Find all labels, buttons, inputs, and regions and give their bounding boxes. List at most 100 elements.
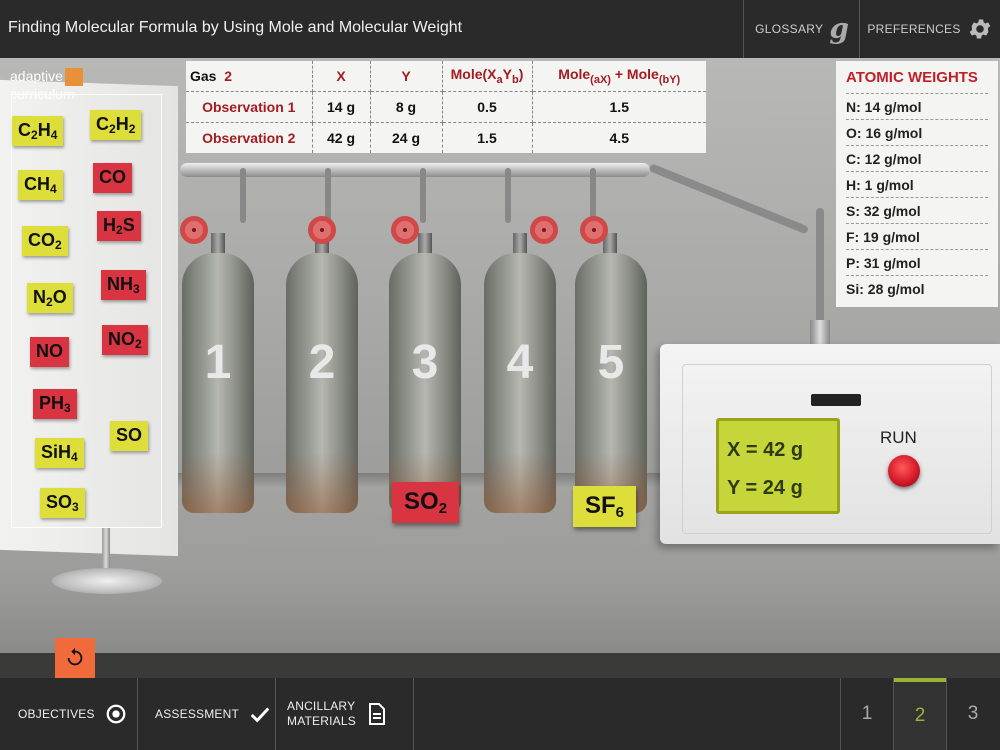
sum-sub2: (bY) — [658, 73, 681, 86]
reset-button[interactable] — [55, 638, 95, 678]
valve-icon[interactable] — [308, 216, 336, 244]
ancillary-materials-button[interactable]: ANCILLARY MATERIALS — [275, 678, 413, 750]
preferences-label: PREFERENCES — [867, 22, 961, 36]
top-bar: Finding Molecular Formula by Using Mole … — [0, 0, 1000, 58]
formula-tag[interactable]: SO — [110, 421, 149, 451]
formula-text: H — [37, 120, 51, 140]
formula-subscript: 2 — [116, 223, 123, 237]
formula-tag[interactable]: CH4 — [18, 170, 63, 200]
table-header-row: Gas 2 X Y Mole(XaYb) Mole(aX) + Mole(bY) — [186, 61, 706, 93]
page-title: Finding Molecular Formula by Using Mole … — [8, 19, 463, 36]
atomic-weights-title: ATOMIC WEIGHTS — [846, 69, 978, 86]
atomic-weight-row: P: 31 g/mol — [846, 249, 988, 275]
formula-text: PH — [39, 393, 65, 413]
cylinder-hose — [240, 168, 246, 223]
gas-cylinder-5[interactable]: 5 — [575, 253, 647, 513]
document-icon — [368, 703, 385, 725]
formula-tag[interactable]: CO — [93, 163, 132, 193]
lab-scene: adaptive curriculum C2H4 C2H2 CH4 CO CO2 H2S N… — [0, 58, 1000, 678]
gas-label: Gas — [190, 68, 217, 85]
objectives-button[interactable]: OBJECTIVES — [0, 678, 137, 750]
cylinder-number: 3 — [411, 336, 439, 389]
cylinder-3-label-so2[interactable]: SO2 — [392, 482, 460, 523]
formula-text: NO — [36, 341, 63, 361]
sum-sub1: (aX) — [590, 73, 611, 86]
formula-subscript: 4 — [71, 450, 78, 464]
col-y-header: Y — [370, 61, 443, 93]
formula-subscript: 2 — [135, 337, 142, 351]
valve-icon[interactable] — [180, 216, 208, 244]
logo-mark-icon — [64, 68, 83, 87]
formula-text: SF — [585, 492, 616, 519]
formula-tag[interactable]: NO — [30, 337, 69, 367]
formula-text: H — [103, 215, 116, 235]
page-1-button[interactable]: 1 — [841, 678, 893, 750]
formula-tag[interactable]: SO3 — [40, 488, 85, 518]
col-sum-header: Mole(aX) + Mole(bY) — [532, 61, 706, 93]
cell-sum: 4.5 — [609, 129, 629, 146]
formula-tag[interactable]: NH3 — [101, 270, 146, 300]
formula-tag[interactable]: NO2 — [102, 325, 148, 355]
formula-tag[interactable]: CO2 — [22, 226, 68, 256]
valve-icon[interactable] — [530, 216, 558, 244]
col-x-header: X — [312, 61, 371, 93]
mole-sub-b: b — [511, 73, 519, 86]
sum-pre: Mole — [558, 66, 591, 83]
preferences-button[interactable]: PREFERENCES — [860, 0, 1000, 58]
formula-tag[interactable]: SiH4 — [35, 438, 84, 468]
formula-subscript: 6 — [615, 504, 625, 521]
atomic-weight-row: H: 1 g/mol — [846, 171, 988, 197]
counter-edge — [0, 653, 1000, 678]
sum-mid: + Mole — [610, 66, 659, 83]
gas-header: Gas 2 — [186, 61, 313, 93]
ancillary-line2: MATERIALS — [287, 714, 356, 728]
machine-slot — [811, 394, 861, 406]
atomic-weight-row: S: 32 g/mol — [846, 197, 988, 223]
gas-manifold-pipe — [180, 163, 650, 177]
cell-mole: 0.5 — [442, 91, 533, 123]
gas-cylinder-4[interactable]: 4 — [484, 253, 556, 513]
formula-subscript: 4 — [50, 182, 57, 196]
gas-cylinder-1[interactable]: 1 — [182, 253, 254, 513]
formula-subscript: 2 — [109, 122, 116, 136]
page-2-button[interactable]: 2 — [894, 678, 946, 750]
cell-y: 24 g — [370, 122, 443, 153]
atomic-weights-panel: ATOMIC WEIGHTS N: 14 g/mol O: 16 g/mol C… — [836, 61, 998, 307]
gas-cylinder-2[interactable]: 2 — [286, 253, 358, 513]
gas-cylinder-3[interactable]: 3 — [389, 253, 461, 513]
formula-tag[interactable]: N2O — [27, 283, 73, 313]
formula-subscript: 2 — [46, 295, 53, 309]
valve-icon[interactable] — [580, 216, 608, 244]
glossary-label: GLOSSARY — [755, 22, 824, 36]
cylinder-number: 1 — [204, 336, 232, 389]
cylinder-5-label-sf6[interactable]: SF6 — [573, 486, 637, 527]
bottom-bar: OBJECTIVES ASSESSMENT ANCILLARY MATERIAL… — [0, 678, 1000, 750]
run-button[interactable] — [888, 455, 920, 487]
formula-tag[interactable]: PH3 — [33, 389, 77, 419]
atomic-weight-row: O: 16 g/mol — [846, 119, 988, 145]
ancillary-label: ANCILLARY MATERIALS — [287, 699, 356, 729]
formula-tag[interactable]: C2H2 — [90, 110, 142, 140]
formula-tag[interactable]: C2H4 — [12, 116, 64, 146]
cylinder-number: 5 — [597, 336, 625, 389]
formula-subscript: 2 — [55, 238, 62, 252]
adaptive-curriculum-logo: adaptive curriculum — [10, 68, 105, 106]
table-row: Observation 1 14 g 8 g 0.5 1.5 — [186, 91, 706, 123]
formula-tag[interactable]: H2S — [97, 211, 141, 241]
formula-subscript: 2 — [31, 128, 38, 142]
machine-inlet-fitting — [810, 320, 830, 346]
page-3-button[interactable]: 3 — [947, 678, 999, 750]
col-mole-header: Mole(XaYb) — [442, 61, 533, 93]
formula-subscript: 2 — [438, 500, 448, 517]
assessment-button[interactable]: ASSESSMENT — [137, 678, 275, 750]
formula-text: SO — [404, 488, 439, 515]
cell-x: 14 g — [312, 91, 371, 123]
valve-icon[interactable] — [391, 216, 419, 244]
display-x: X = 42 g — [727, 439, 804, 461]
analyzer-display: X = 42 g Y = 24 g — [716, 418, 840, 514]
glossary-button[interactable]: GLOSSARY g — [744, 0, 860, 58]
mole-mid: Y — [502, 66, 512, 83]
cylinder-hose — [420, 168, 426, 223]
formula-text: NO — [108, 329, 135, 349]
cylinder-hose — [590, 168, 596, 223]
